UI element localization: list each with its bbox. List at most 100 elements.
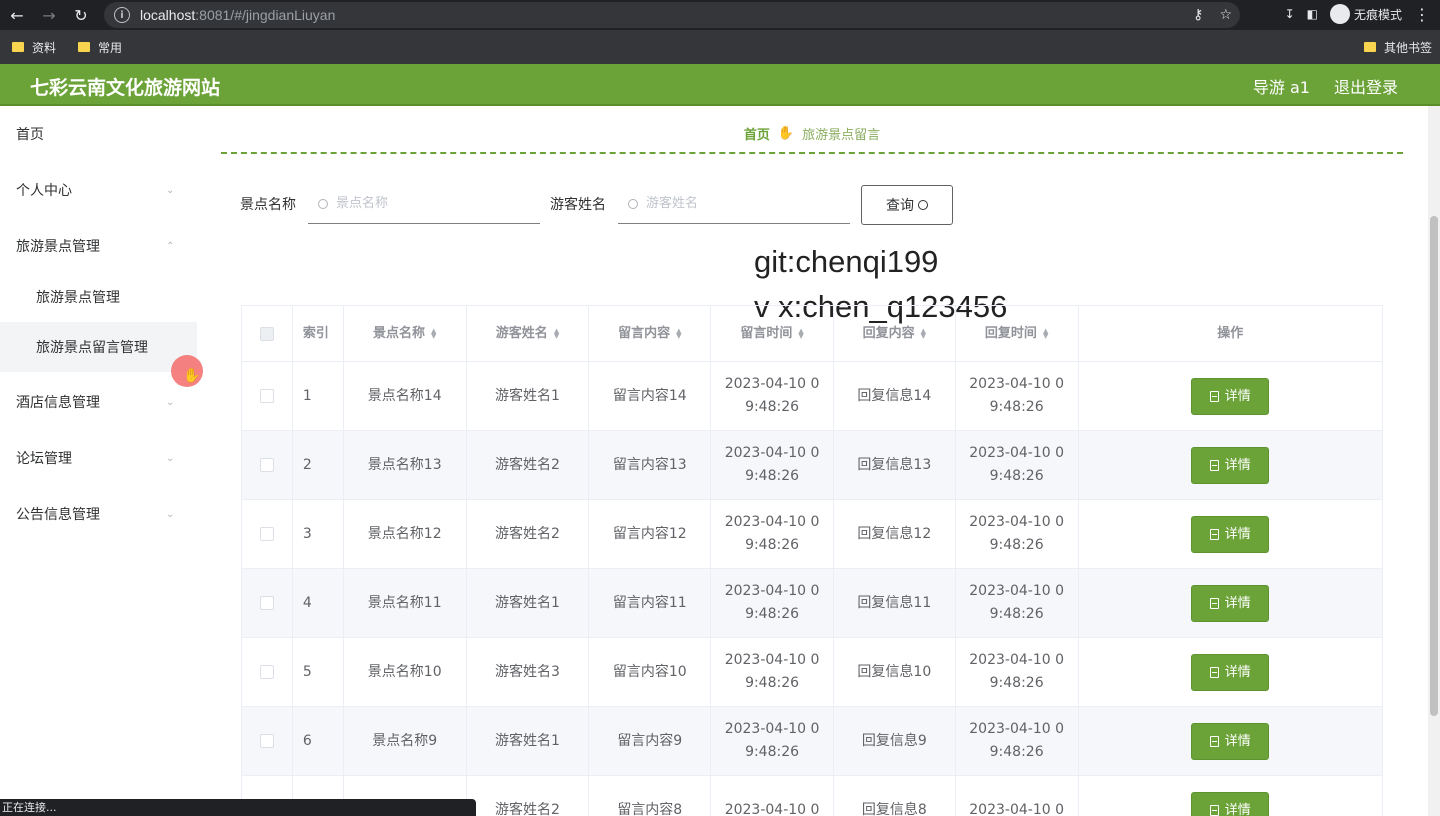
sidebar-item-hotel[interactable]: 酒店信息管理 ⌄ <box>0 374 197 430</box>
detail-button[interactable]: 详情 <box>1191 446 1270 484</box>
sort-icon[interactable]: ▲ ▼ <box>431 327 436 339</box>
detail-button[interactable]: 详情 <box>1191 791 1270 816</box>
reply-time-cell: 2023-04-10 0 <box>956 776 1079 816</box>
detail-button[interactable]: 详情 <box>1191 584 1270 622</box>
row-checkbox[interactable] <box>259 389 274 403</box>
sort-icon[interactable]: ▲ ▼ <box>1043 327 1048 339</box>
visitor-name-field <box>618 184 850 224</box>
sidebar-item-profile[interactable]: 个人中心 ⌄ <box>0 162 197 218</box>
incognito-badge[interactable]: 无痕模式 <box>1329 4 1402 24</box>
header-select-cell <box>242 306 293 361</box>
index-cell: 3 <box>293 500 344 568</box>
reply-time-line-2: 9:48:26 <box>989 399 1044 415</box>
sidebar: 首页 个人中心 ⌄ 旅游景点管理 ⌃ 旅游景点管理 旅游景点留言管理 酒店信息管理 ⌄… <box>0 106 197 816</box>
breadcrumb-home[interactable]: 首页 <box>744 124 770 143</box>
actions-cell: 详情 <box>1079 569 1382 637</box>
search-icon <box>318 198 328 209</box>
reply-time-cell: 2023-04-10 0 9:48:26 <box>956 569 1079 637</box>
query-button[interactable]: 查询 <box>861 185 953 225</box>
sidebar-item-home[interactable]: 首页 <box>0 106 197 162</box>
bookmark-label: 资料 <box>32 40 57 55</box>
scenic-name-input[interactable] <box>336 196 516 211</box>
sort-icon[interactable]: ▲ ▼ <box>921 327 926 339</box>
sidebar-item-scenic[interactable]: 旅游景点管理 ⌃ <box>0 218 197 274</box>
menu-label: 旅游景点管理 <box>16 239 100 255</box>
table-row: 5 景点名称10 游客姓名3 留言内容10 2023-04-10 0 9:48:26 回复信… <box>242 638 1382 707</box>
reload-icon[interactable]: ↻ <box>70 4 92 26</box>
header-label: 景点名称 <box>373 326 426 341</box>
row-checkbox[interactable] <box>259 596 274 610</box>
time-line-1: 2023-04-10 0 <box>724 652 820 668</box>
index-cell: 4 <box>293 569 344 637</box>
select-all-checkbox[interactable] <box>259 326 274 341</box>
scenic-name-cell: 景点名称9 <box>344 707 467 775</box>
header-reply[interactable]: 回复内容 ▲ ▼ <box>834 306 956 361</box>
actions-cell: 详情 <box>1079 776 1382 816</box>
header-visitor-name[interactable]: 游客姓名 ▲ ▼ <box>467 306 590 361</box>
header-reply-time[interactable]: 回复时间 ▲ ▼ <box>956 306 1079 361</box>
reply-time-cell: 2023-04-10 0 9:48:26 <box>956 707 1079 775</box>
document-icon <box>1209 459 1219 471</box>
select-cell <box>242 569 293 637</box>
content-cell: 留言内容8 <box>589 776 712 816</box>
header-content[interactable]: 留言内容 ▲ ▼ <box>589 306 712 361</box>
header-label: 留言时间 <box>740 326 793 341</box>
sort-icon[interactable]: ▲ ▼ <box>676 327 681 339</box>
sidebar-subitem-scenic-messages[interactable]: 旅游景点留言管理 <box>0 322 197 372</box>
detail-label: 详情 <box>1224 733 1251 749</box>
content-cell: 留言内容9 <box>589 707 712 775</box>
scrollbar[interactable] <box>1428 106 1440 816</box>
hand-cursor-icon: ✋ <box>183 368 201 384</box>
sidebar-item-notice[interactable]: 公告信息管理 ⌄ <box>0 486 197 542</box>
detail-label: 详情 <box>1224 802 1251 816</box>
query-label: 查询 <box>886 198 914 214</box>
row-checkbox[interactable] <box>259 665 274 679</box>
reply-time-line-2: 9:48:26 <box>989 744 1044 760</box>
scenic-name-label: 景点名称 <box>240 197 296 213</box>
sort-icon[interactable]: ▲ ▼ <box>798 327 803 339</box>
browser-toolbar: ← → ↻ i localhost:8081/#/jingdianLiuyan … <box>0 0 1440 30</box>
download-icon[interactable]: ↧ <box>1285 7 1295 21</box>
time-line-1: 2023-04-10 0 <box>724 801 820 816</box>
detail-button[interactable]: 详情 <box>1191 377 1270 415</box>
content-cell: 留言内容11 <box>589 569 712 637</box>
visitor-name-label: 游客姓名 <box>550 197 606 213</box>
key-icon[interactable]: ⚷ <box>1193 7 1203 23</box>
actions-cell: 详情 <box>1079 500 1382 568</box>
detail-button[interactable]: 详情 <box>1191 653 1270 691</box>
sidepanel-icon[interactable]: ◧ <box>1307 7 1318 21</box>
row-checkbox[interactable] <box>259 734 274 748</box>
reply-time-cell: 2023-04-10 0 9:48:26 <box>956 500 1079 568</box>
detail-button[interactable]: 详情 <box>1191 722 1270 760</box>
actions-cell: 详情 <box>1079 431 1382 499</box>
header-time[interactable]: 留言时间 ▲ ▼ <box>711 306 834 361</box>
row-checkbox[interactable] <box>259 527 274 541</box>
scenic-name-field <box>308 184 540 224</box>
actions-cell: 详情 <box>1079 638 1382 706</box>
forward-arrow-icon[interactable]: → <box>38 4 60 26</box>
header-scenic-name[interactable]: 景点名称 ▲ ▼ <box>344 306 467 361</box>
breadcrumb: 首页 ✋ 旅游景点留言 <box>221 118 1403 154</box>
logout-link[interactable]: 退出登录 <box>1334 74 1398 98</box>
visitor-name-cell: 游客姓名1 <box>467 362 590 430</box>
other-bookmarks[interactable]: 其他书签 <box>1363 39 1432 56</box>
bookmark-folder-1[interactable]: 资料 <box>12 39 56 56</box>
menu-label: 论坛管理 <box>16 451 72 467</box>
scrollbar-thumb[interactable] <box>1430 216 1438 716</box>
back-arrow-icon[interactable]: ← <box>6 4 28 26</box>
visitor-name-input[interactable] <box>646 196 826 211</box>
sidebar-subitem-scenic[interactable]: 旅游景点管理 <box>0 272 197 322</box>
sidebar-item-forum[interactable]: 论坛管理 ⌄ <box>0 430 197 486</box>
detail-button[interactable]: 详情 <box>1191 515 1270 553</box>
bookmark-folder-2[interactable]: 常用 <box>78 39 122 56</box>
sort-icon[interactable]: ▲ ▼ <box>554 327 559 339</box>
site-info-icon[interactable]: i <box>114 7 130 23</box>
row-checkbox[interactable] <box>259 458 274 472</box>
address-bar[interactable]: i localhost:8081/#/jingdianLiuyan ⚷ ☆ <box>104 2 1240 28</box>
star-icon[interactable]: ☆ <box>1219 7 1232 23</box>
content-cell: 留言内容12 <box>589 500 712 568</box>
visitor-name-cell: 游客姓名3 <box>467 638 590 706</box>
reply-time-line-1: 2023-04-10 0 <box>969 801 1064 816</box>
kebab-menu-icon[interactable]: ⋮ <box>1414 5 1430 24</box>
visitor-name-cell: 游客姓名1 <box>467 707 590 775</box>
